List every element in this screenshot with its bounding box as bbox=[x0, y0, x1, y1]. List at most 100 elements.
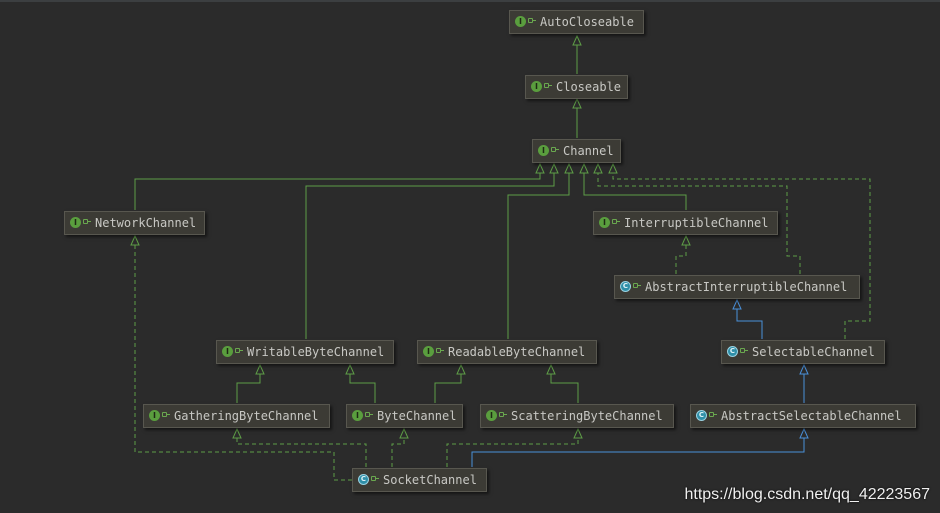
edge-extends bbox=[507, 162, 574, 339]
node-selectable-channel[interactable]: C SelectableChannel bbox=[721, 340, 885, 364]
node-network-channel[interactable]: I NetworkChannel bbox=[64, 211, 205, 235]
abstract-class-icon: C bbox=[620, 281, 631, 292]
node-readable-byte-channel[interactable]: I ReadableByteChannel bbox=[417, 340, 597, 364]
edge-line bbox=[612, 172, 871, 339]
arrowhead-icon bbox=[579, 162, 589, 174]
arrowhead-icon bbox=[255, 363, 265, 375]
node-scattering-byte-channel[interactable]: I ScatteringByteChannel bbox=[480, 404, 674, 428]
edge-line bbox=[349, 373, 376, 403]
arrowhead-icon bbox=[549, 162, 559, 174]
node-label: GatheringByteChannel bbox=[174, 409, 319, 423]
edge-extends bbox=[546, 363, 579, 403]
node-label: SelectableChannel bbox=[752, 345, 875, 359]
edge-line bbox=[507, 172, 570, 339]
visibility-icon bbox=[436, 348, 444, 353]
visibility-icon bbox=[709, 412, 717, 417]
node-label: AutoCloseable bbox=[540, 15, 634, 29]
node-byte-channel[interactable]: I ByteChannel bbox=[346, 404, 463, 428]
edge-extends bbox=[345, 363, 376, 403]
visibility-icon bbox=[371, 476, 379, 481]
node-label: WritableByteChannel bbox=[247, 345, 385, 359]
node-auto-closeable[interactable]: I AutoCloseable bbox=[509, 10, 644, 34]
visibility-icon bbox=[612, 219, 620, 224]
interface-icon: I bbox=[352, 410, 363, 421]
arrowhead-icon bbox=[546, 363, 556, 375]
interface-icon: I bbox=[70, 217, 81, 228]
abstract-class-icon: C bbox=[696, 410, 707, 421]
edge-line bbox=[236, 373, 261, 403]
arrowhead-icon bbox=[799, 427, 809, 439]
visibility-icon bbox=[528, 18, 536, 23]
arrowhead-icon bbox=[345, 363, 355, 375]
interface-icon: I bbox=[538, 145, 549, 156]
interface-icon: I bbox=[515, 16, 526, 27]
arrowhead-icon bbox=[573, 427, 583, 439]
edge-line bbox=[134, 172, 541, 210]
arrowhead-icon bbox=[608, 162, 618, 174]
interface-icon: I bbox=[423, 346, 434, 357]
node-label: SocketChannel bbox=[383, 473, 477, 487]
visibility-icon bbox=[544, 83, 552, 88]
interface-icon: I bbox=[149, 410, 160, 421]
edge-class-extends bbox=[799, 363, 809, 403]
arrowhead-icon bbox=[572, 97, 582, 109]
edges-layer bbox=[130, 34, 871, 481]
edge-extends bbox=[305, 162, 559, 339]
visibility-icon bbox=[365, 412, 373, 417]
arrowhead-icon bbox=[399, 427, 409, 439]
edge-line bbox=[434, 373, 462, 403]
edge-line bbox=[550, 373, 579, 403]
arrowhead-icon bbox=[130, 234, 140, 246]
node-label: NetworkChannel bbox=[95, 216, 197, 230]
watermark: https://blog.csdn.net/qq_42223567 bbox=[684, 486, 930, 503]
arrowhead-icon bbox=[681, 234, 691, 246]
arrowhead-icon bbox=[732, 298, 742, 310]
node-label: Channel bbox=[563, 144, 614, 158]
interface-icon: I bbox=[222, 346, 233, 357]
interface-icon: I bbox=[486, 410, 497, 421]
visibility-icon bbox=[235, 348, 243, 353]
abstract-class-icon: C bbox=[727, 346, 738, 357]
arrowhead-icon bbox=[232, 427, 242, 439]
node-label: AbstractSelectableChannel bbox=[721, 409, 902, 423]
node-abstract-selectable-channel[interactable]: C AbstractSelectableChannel bbox=[690, 404, 916, 428]
visibility-icon bbox=[740, 348, 748, 353]
node-label: ScatteringByteChannel bbox=[511, 409, 663, 423]
node-label: ReadableByteChannel bbox=[448, 345, 586, 359]
node-label: Closeable bbox=[556, 80, 622, 94]
edge-class-extends bbox=[471, 427, 809, 467]
edge-extends bbox=[434, 363, 466, 403]
visibility-icon bbox=[633, 283, 641, 288]
arrowhead-icon bbox=[799, 363, 809, 375]
visibility-icon bbox=[499, 412, 507, 417]
node-writable-byte-channel[interactable]: I WritableByteChannel bbox=[216, 340, 394, 364]
arrowhead-icon bbox=[593, 162, 603, 174]
node-socket-channel[interactable]: C SocketChannel bbox=[352, 468, 487, 492]
interface-icon: I bbox=[599, 217, 610, 228]
node-interruptible-channel[interactable]: I InterruptibleChannel bbox=[593, 211, 778, 235]
edge-extends bbox=[134, 162, 545, 210]
edge-line bbox=[583, 172, 687, 210]
node-label: ByteChannel bbox=[377, 409, 457, 423]
edge-implements bbox=[608, 162, 871, 339]
edge-implements bbox=[446, 427, 583, 467]
node-gathering-byte-channel[interactable]: I GatheringByteChannel bbox=[143, 404, 330, 428]
node-label: InterruptibleChannel bbox=[624, 216, 769, 230]
node-label: AbstractInterruptibleChannel bbox=[645, 280, 848, 294]
visibility-icon bbox=[162, 412, 170, 417]
edge-implements bbox=[391, 427, 409, 467]
edge-implements bbox=[232, 427, 367, 467]
node-abstract-interruptible-channel[interactable]: C AbstractInterruptibleChannel bbox=[614, 275, 860, 299]
node-closeable[interactable]: I Closeable bbox=[525, 75, 628, 99]
edge-line bbox=[675, 244, 687, 274]
edge-extends bbox=[236, 363, 265, 403]
interface-icon: I bbox=[531, 81, 542, 92]
edge-extends bbox=[572, 97, 582, 138]
abstract-class-icon: C bbox=[358, 474, 369, 485]
edge-implements bbox=[675, 234, 691, 274]
edge-line bbox=[471, 437, 805, 467]
node-channel[interactable]: I Channel bbox=[532, 139, 621, 163]
edge-extends bbox=[572, 34, 582, 74]
edge-line bbox=[736, 308, 763, 339]
arrowhead-icon bbox=[564, 162, 574, 174]
